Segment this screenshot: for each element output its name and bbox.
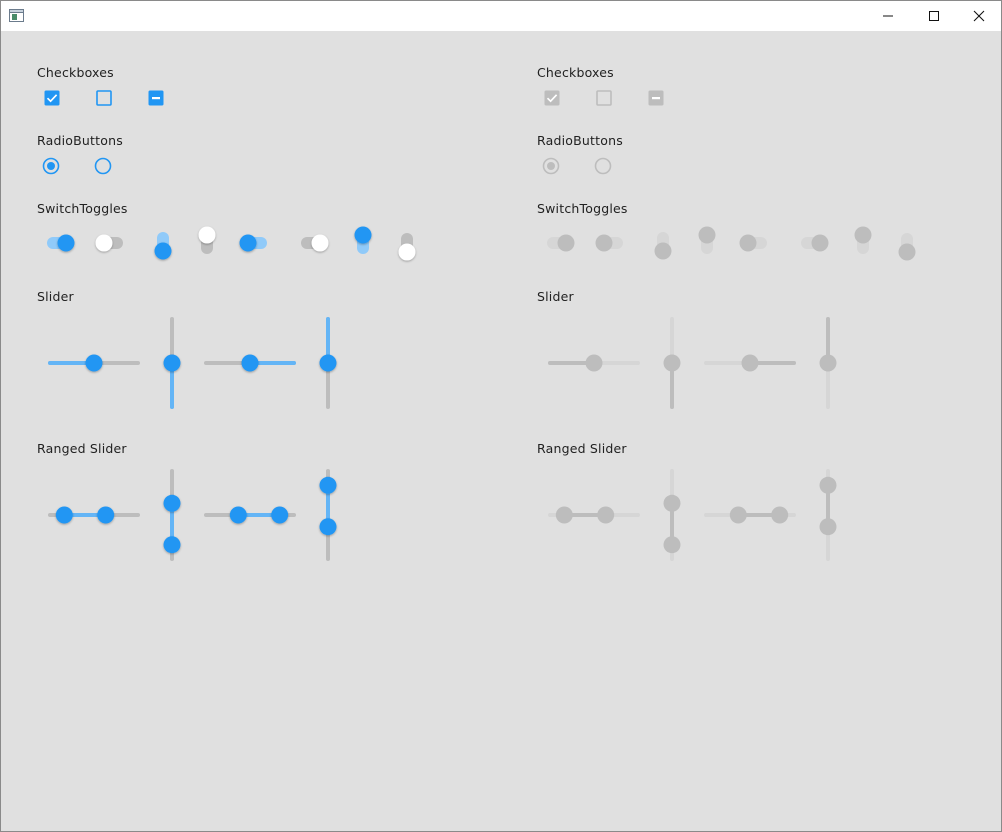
switch-toggle-on (542, 233, 576, 253)
ranged-slider[interactable] (204, 505, 296, 525)
minimize-icon (883, 15, 893, 17)
slider[interactable] (204, 353, 296, 373)
dash-icon (652, 97, 660, 100)
maximize-icon (929, 11, 939, 21)
radiobuttons-heading: RadioButtons (537, 133, 623, 148)
checkboxes-heading: Checkboxes (37, 65, 114, 80)
switch-toggle-on (653, 227, 673, 261)
ranged-slider (548, 505, 640, 525)
switchtoggles-heading: SwitchToggles (537, 201, 628, 216)
ranged-slider[interactable] (318, 469, 338, 561)
app-window: Checkboxes RadioButtons SwitchToggles Sl… (0, 0, 1002, 832)
switch-toggle-off[interactable] (197, 225, 217, 259)
checkbox-checked (544, 90, 560, 106)
switch-toggle-on[interactable] (238, 233, 272, 253)
slider[interactable] (162, 317, 182, 409)
ranged-slider (662, 469, 682, 561)
slider[interactable] (48, 353, 140, 373)
switch-toggle-off[interactable] (94, 233, 128, 253)
switch-toggle-on[interactable] (42, 233, 76, 253)
radiobuttons-heading: RadioButtons (37, 133, 123, 148)
checkboxes-heading: Checkboxes (537, 65, 614, 80)
slider (548, 353, 640, 373)
ranged-slider (704, 505, 796, 525)
switch-toggle-off (594, 233, 628, 253)
switch-toggle-on[interactable] (353, 225, 373, 259)
ranged-slider[interactable] (162, 469, 182, 561)
content-area: Checkboxes RadioButtons SwitchToggles Sl… (1, 31, 1001, 831)
switchtoggles-heading: SwitchToggles (37, 201, 128, 216)
checkbox-checked[interactable] (44, 90, 60, 106)
close-icon (973, 10, 985, 22)
checkbox-indeterminate (648, 90, 664, 106)
maximize-button[interactable] (911, 1, 957, 31)
slider (704, 353, 796, 373)
switch-toggle-on (738, 233, 772, 253)
switch-toggle-on[interactable] (153, 227, 173, 261)
switch-toggle-off (697, 225, 717, 259)
radio-checked[interactable] (42, 157, 60, 175)
minimize-button[interactable] (865, 1, 911, 31)
switch-toggle-off[interactable] (397, 228, 417, 262)
enabled-controls-panel: Checkboxes RadioButtons SwitchToggles Sl… (1, 31, 501, 591)
app-icon (9, 8, 25, 22)
close-button[interactable] (956, 1, 1002, 31)
ranged-slider[interactable] (48, 505, 140, 525)
disabled-controls-panel: Checkboxes RadioButtons SwitchToggles Sl… (501, 31, 1001, 591)
slider (662, 317, 682, 409)
slider-heading: Slider (537, 289, 574, 304)
switch-toggle-off (796, 233, 830, 253)
dash-icon (152, 97, 160, 100)
switch-toggle-off[interactable] (296, 233, 330, 253)
ranged-slider-heading: Ranged Slider (37, 441, 127, 456)
title-bar (1, 1, 1001, 31)
checkbox-unchecked (596, 90, 612, 106)
checkbox-indeterminate[interactable] (148, 90, 164, 106)
slider-heading: Slider (37, 289, 74, 304)
slider (818, 317, 838, 409)
ranged-slider-heading: Ranged Slider (537, 441, 627, 456)
radio-unchecked (594, 157, 612, 175)
switch-toggle-on (853, 225, 873, 259)
slider[interactable] (318, 317, 338, 409)
radio-checked (542, 157, 560, 175)
radio-unchecked[interactable] (94, 157, 112, 175)
ranged-slider (818, 469, 838, 561)
checkbox-unchecked[interactable] (96, 90, 112, 106)
switch-toggle-off (897, 228, 917, 262)
